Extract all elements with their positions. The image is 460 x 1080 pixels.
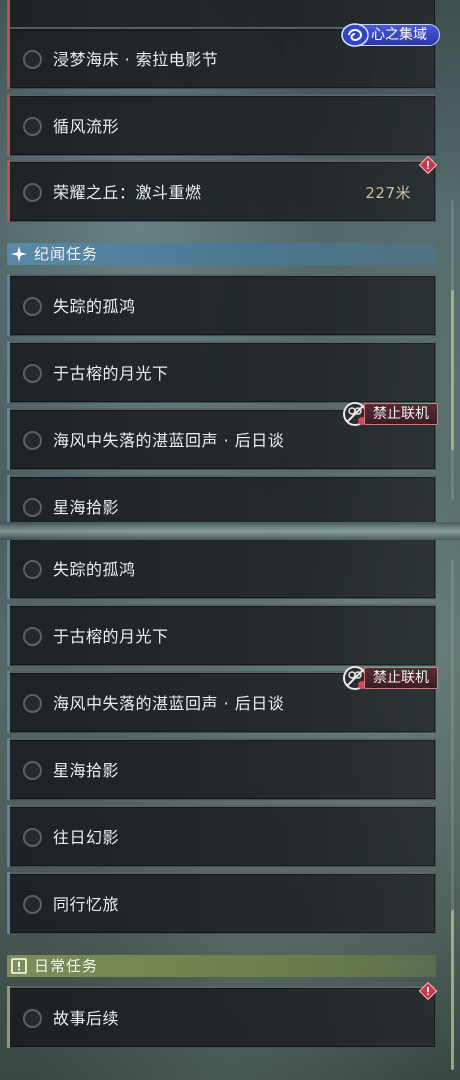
quest-item[interactable]: 失踪的孤鸿 [7,274,436,336]
quest-item[interactable]: 于古榕的月光下 [7,604,436,666]
quest-accent-bar [7,27,10,89]
quest-item[interactable]: 星海拾影 [7,738,436,800]
sparkle-icon [11,246,27,262]
quest-accent-bar [7,540,10,599]
quest-item[interactable]: 失踪的孤鸿 [7,540,436,599]
quest-accent-bar [7,408,10,470]
quest-title: 海风中失落的湛蓝回声 · 后日谈 [53,431,285,450]
coop-disabled-label: 禁止联机 [364,667,438,689]
section-header-daily[interactable]: 日常任务 [7,955,436,977]
quest-item[interactable]: 同行忆旅 [7,872,436,934]
quest-accent-bar [7,671,10,733]
quest-track-radio[interactable] [23,761,42,780]
quest-track-radio[interactable] [23,297,42,316]
quest-accent-bar [7,341,10,403]
quest-track-radio[interactable] [23,895,42,914]
warning-icon [419,156,437,174]
quest-title: 星海拾影 [53,761,120,780]
quest-title: 循风流形 [53,117,120,136]
scrollbar-thumb[interactable] [451,910,454,1070]
quest-track-radio[interactable] [23,431,42,450]
quest-track-radio[interactable] [23,364,42,383]
section-header-label: 日常任务 [34,957,99,975]
quest-list-panel-top: 浸梦海床 · 索拉电影节 循风流形 荣耀之丘：激斗重燃 227米 纪闻任务 失踪… [0,0,460,522]
quest-item[interactable]: 于古榕的月光下 [7,341,436,403]
warning-icon [419,982,437,1000]
quest-accent-bar [7,805,10,867]
quest-accent-bar [7,986,10,1048]
quest-track-radio[interactable] [23,50,42,69]
screenshot-seam [0,522,460,540]
quest-track-radio[interactable] [23,183,42,202]
section-header-story[interactable]: 纪闻任务 [7,243,436,265]
quest-accent-bar [7,475,10,522]
quest-accent-bar [7,94,10,156]
quest-item[interactable]: 故事后续 [7,982,437,1048]
exclamation-box-icon [11,958,27,974]
quest-track-radio[interactable] [23,627,42,646]
section-header-label: 纪闻任务 [34,245,99,263]
quest-accent-bar [7,872,10,934]
quest-track-radio[interactable] [23,498,42,517]
quest-title: 故事后续 [53,1009,120,1028]
quest-title: 星海拾影 [53,498,120,517]
quest-list-panel-bottom: 失踪的孤鸿 于古榕的月光下 海风中失落的湛蓝回声 · 后日谈 星海拾影 往日幻影… [0,540,460,1080]
quest-track-radio[interactable] [23,828,42,847]
coop-disabled-badge: 禁止联机 [342,402,438,426]
quest-item[interactable]: 往日幻影 [7,805,436,867]
quest-title: 失踪的孤鸿 [53,560,136,579]
quest-title: 于古榕的月光下 [53,627,169,646]
quest-track-radio[interactable] [23,560,42,579]
scrollbar-thumb[interactable] [451,290,454,450]
quest-distance: 227米 [365,184,411,202]
quest-title: 同行忆旅 [53,895,120,914]
quest-title: 往日幻影 [53,828,120,847]
coop-disabled-label: 禁止联机 [364,403,438,425]
quest-accent-bar [7,274,10,336]
quest-title: 于古榕的月光下 [53,364,169,383]
swirl-icon [341,23,369,47]
quest-accent-bar [7,604,10,666]
quest-accent-bar [7,160,10,222]
quest-title: 浸梦海床 · 索拉电影节 [53,50,219,69]
quest-item[interactable]: 循风流形 [7,94,436,156]
realm-badge[interactable]: 心之集域 [340,22,442,48]
coop-disabled-badge: 禁止联机 [342,666,438,690]
quest-item[interactable]: 荣耀之丘：激斗重燃 227米 [7,156,437,222]
quest-title: 失踪的孤鸿 [53,297,136,316]
quest-track-radio[interactable] [23,694,42,713]
quest-title: 荣耀之丘：激斗重燃 [53,183,202,202]
quest-track-radio[interactable] [23,1009,42,1028]
quest-item[interactable]: 星海拾影 [7,475,436,522]
quest-accent-bar [7,738,10,800]
quest-track-radio[interactable] [23,117,42,136]
quest-title: 海风中失落的湛蓝回声 · 后日谈 [53,694,285,713]
